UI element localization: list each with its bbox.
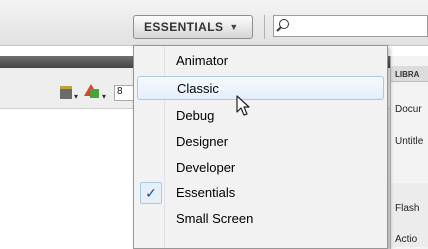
toolbar-separator [264,15,265,39]
zoom-field[interactable]: 8 [114,85,134,101]
menu-item-small-screen[interactable]: Small Screen [137,207,384,231]
library-item[interactable]: Flash [395,203,428,214]
menu-item-essentials[interactable]: ✓ Essentials [137,181,384,205]
menu-item-label: Essentials [176,185,236,200]
search-icon [279,19,289,29]
menu-item-label: Small Screen [176,211,254,226]
shapes-icon[interactable] [84,84,100,98]
menu-item-debug[interactable]: Debug [137,104,384,128]
menu-item-animator[interactable]: Animator [137,49,384,73]
library-item[interactable]: Docur [395,104,428,115]
stage-area[interactable] [0,109,135,249]
chevron-down-icon[interactable]: ▾ [102,92,106,101]
menu-item-label: Designer [176,134,229,149]
workspace-dropdown-menu: Animator Classic Debug Designer Develope… [133,45,388,249]
checkmark-icon: ✓ [140,182,162,204]
workspace-switcher-label: ESSENTIALS [144,20,224,34]
mouse-cursor-icon [236,95,250,116]
chevron-down-icon: ▼ [229,22,239,32]
menu-item-label: Developer [176,160,236,175]
menu-item-label: Animator [176,53,229,68]
menu-item-developer[interactable]: Developer [137,156,384,180]
library-panel: LIBRA Docur Untitle Flash Actio [390,56,428,249]
workspace-switcher-button[interactable]: ESSENTIALS ▼ [133,15,253,39]
search-input[interactable] [273,15,428,37]
library-item[interactable]: Actio [395,234,428,245]
menu-item-label: Debug [176,108,215,123]
menu-item-label: Classic [177,81,219,96]
chevron-down-icon[interactable]: ▾ [74,92,78,101]
library-panel-header[interactable]: LIBRA [391,66,428,82]
menu-item-classic[interactable]: Classic [137,76,384,100]
clapperboard-icon[interactable] [60,86,72,99]
library-item[interactable]: Untitle [395,136,428,147]
menu-item-designer[interactable]: Designer [137,130,384,154]
